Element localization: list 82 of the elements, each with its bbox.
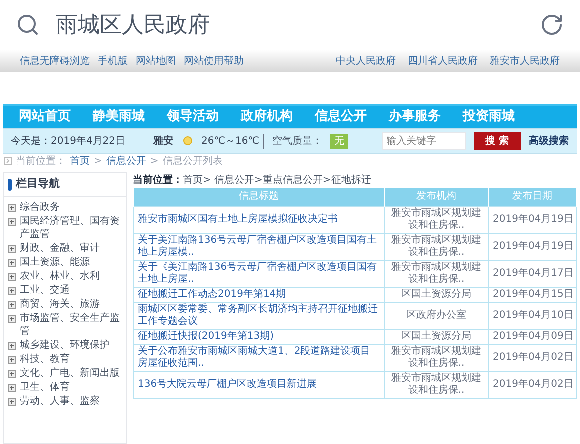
expand-icon[interactable] xyxy=(8,287,16,295)
table-cell: 雅安市雨城区规划建设和住房保.. xyxy=(384,344,488,371)
air-quality-badge: 无 xyxy=(330,134,348,148)
expand-icon[interactable] xyxy=(8,204,16,212)
breadcrumb-separator: > xyxy=(94,154,102,168)
search-button[interactable]: 搜 索 xyxy=(474,132,521,150)
sidebar-item[interactable]: 文化、广电、新闻出版 xyxy=(20,367,120,380)
expand-icon[interactable] xyxy=(8,301,16,309)
date-label: 今天是：2019年4月22日 xyxy=(11,134,126,148)
top-link[interactable]: 中央人民政府 xyxy=(336,54,396,68)
expand-icon[interactable] xyxy=(8,384,16,392)
table-cell: 雅安市雨城区规划建设和住房保.. xyxy=(384,233,488,260)
arrow-icon xyxy=(4,157,12,165)
table-cell: 2019年04月19日 xyxy=(488,233,576,260)
sun-icon xyxy=(182,135,194,147)
expand-icon[interactable] xyxy=(8,342,16,350)
sidebar-item[interactable]: 综合政务 xyxy=(20,201,60,214)
title-link[interactable]: 征地搬迁工作动态2019年第14期 xyxy=(134,287,384,302)
keyword-field[interactable]: 输入关键字 xyxy=(382,132,466,150)
table-cell: 2019年04月17日 xyxy=(488,260,576,287)
sidebar-item[interactable]: 国民经济管理、国有资产监管 xyxy=(20,215,122,241)
title-link[interactable]: 关于《美江南路136号云母厂宿舍棚户区改造项目国有土地上房屋.. xyxy=(134,260,384,287)
title-link[interactable]: 雅安市雨城区国有土地上房屋模拟征收决定书 xyxy=(134,206,384,233)
reload-icon[interactable] xyxy=(540,13,564,37)
breadcrumb-label: 当前位置： xyxy=(16,154,66,168)
table-cell: 区国土资源分局 xyxy=(384,287,488,302)
expand-icon[interactable] xyxy=(8,245,16,253)
sidebar-item[interactable]: 商贸、海关、旅游 xyxy=(20,298,100,311)
top-link[interactable]: 信息无障碍浏览 xyxy=(20,54,90,68)
expand-icon[interactable] xyxy=(8,398,16,406)
title-link[interactable]: 征地搬迁快报(2019年第13期) xyxy=(134,329,384,344)
table-cell: 雅安市雨城区规划建设和住房保.. xyxy=(384,260,488,287)
expand-icon[interactable] xyxy=(8,273,16,281)
sidebar-item[interactable]: 科技、教育 xyxy=(20,353,70,366)
sidebar-item[interactable]: 财政、金融、审计 xyxy=(20,242,100,255)
table-cell: 2019年04月15日 xyxy=(488,287,576,302)
top-link[interactable]: 雅安市人民政府 xyxy=(490,54,560,68)
temperature-text: 26℃～16℃ xyxy=(202,134,264,148)
breadcrumb-separator: > xyxy=(150,154,159,168)
table-cell: 区国土资源分局 xyxy=(384,329,488,344)
table-cell: 2019年04月19日 xyxy=(488,206,576,233)
expand-icon[interactable] xyxy=(8,218,16,226)
top-link[interactable]: 网站地图 xyxy=(136,54,176,68)
expand-icon[interactable] xyxy=(8,259,16,267)
expand-icon[interactable] xyxy=(8,370,16,378)
expand-icon[interactable] xyxy=(8,356,16,364)
table-cell: 区政府办公室 xyxy=(384,302,488,329)
sidebar-item[interactable]: 国土资源、能源 xyxy=(20,256,90,269)
column-header: 发布日期 xyxy=(488,188,576,206)
title-bar-icon xyxy=(8,178,12,190)
breadcrumb-link[interactable]: 首页 xyxy=(70,154,90,168)
sidebar-title: 栏目导航 xyxy=(16,176,60,192)
top-link[interactable]: 手机版 xyxy=(98,54,128,68)
table-cell: 2019年04月10日 xyxy=(488,302,576,329)
column-header: 发布机构 xyxy=(384,188,488,206)
page-title: 雨城区人民政府 xyxy=(56,12,211,40)
sidebar-item[interactable]: 劳动、人事、监察 xyxy=(20,395,100,408)
sidebar-item[interactable]: 农业、林业、水利 xyxy=(20,270,100,283)
sidebar-item[interactable]: 城乡建设、环境保护 xyxy=(20,339,110,352)
search-icon[interactable] xyxy=(16,13,40,37)
table-cell: 雅安市雨城区规划建设和住房保.. xyxy=(384,371,488,398)
sidebar-item[interactable]: 工业、交通 xyxy=(20,284,70,297)
sidebar-item[interactable]: 卫生、体育 xyxy=(20,381,70,394)
expand-icon[interactable] xyxy=(8,315,16,323)
table-cell: 2019年04月02日 xyxy=(488,344,576,371)
title-link[interactable]: 雨城区区委常委、常务副区长胡济均主持召开征地搬迁工作专题会议 xyxy=(134,302,384,329)
top-link[interactable]: 网站使用帮助 xyxy=(184,54,244,68)
city-label: 雅安 xyxy=(154,134,174,148)
table-cell: 雅安市雨城区规划建设和住房保.. xyxy=(384,206,488,233)
location-label: 当前位置： xyxy=(133,174,183,188)
title-link[interactable]: 136号大院云母厂棚户区改造项目新进展 xyxy=(134,371,384,398)
title-link[interactable]: 关于公布雅安市雨城区雨城大道1、2段道路建设项目房屋征收范围.. xyxy=(134,344,384,371)
title-link[interactable]: 关于美江南路136号云母厂宿舍棚户区改造项目国有土地上房屋模.. xyxy=(134,233,384,260)
advanced-search-link[interactable]: 高级搜索 xyxy=(529,134,569,148)
breadcrumb-link[interactable]: 信息公开 xyxy=(106,154,146,168)
top-link[interactable]: 四川省人民政府 xyxy=(408,54,478,68)
table-cell: 2019年04月09日 xyxy=(488,329,576,344)
air-quality-label: 空气质量： xyxy=(272,134,322,148)
column-header: 信息标题 xyxy=(134,188,384,206)
sidebar-item[interactable]: 市场监管、安全生产监管 xyxy=(20,312,122,338)
location-path: 首页> 信息公开>重点信息公开>征地拆迁 xyxy=(183,174,372,188)
table-cell: 2019年04月02日 xyxy=(488,371,576,398)
